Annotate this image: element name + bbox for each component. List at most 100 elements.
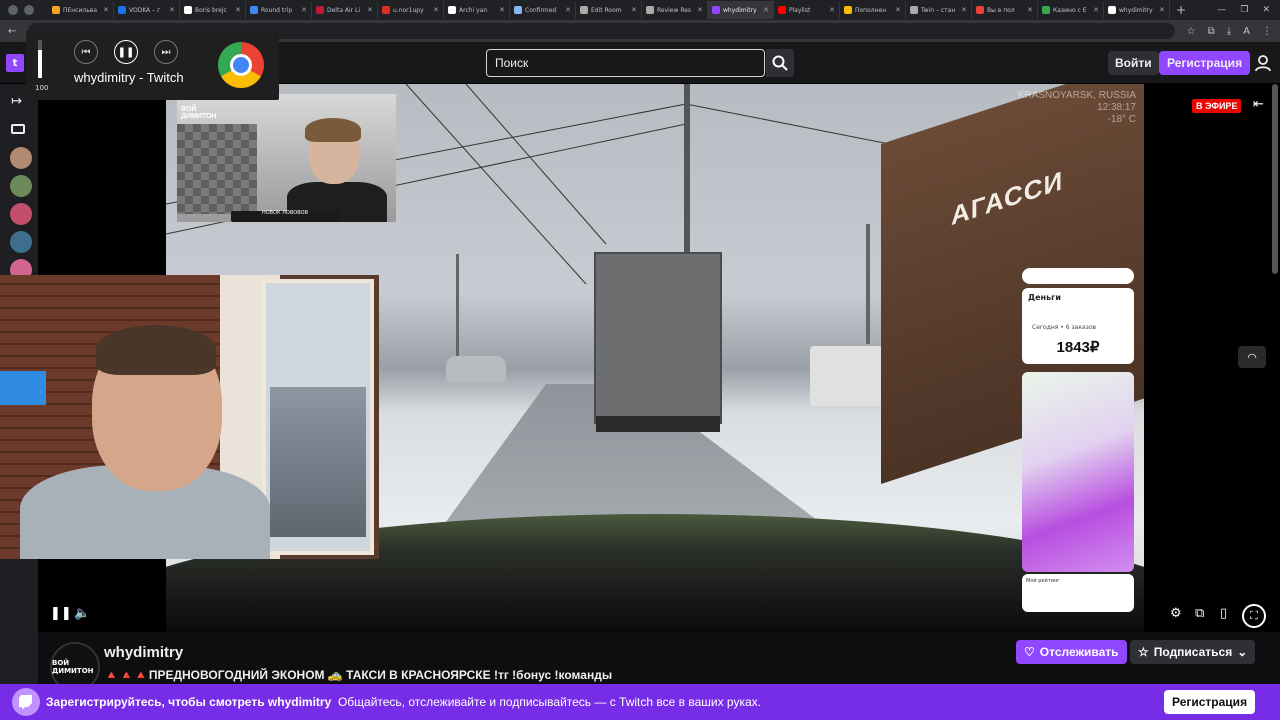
earnings-section: Деньги — [1028, 293, 1061, 302]
browser-tab-1[interactable]: VODKA – г ✕ — [114, 1, 180, 19]
browser-tab-7[interactable]: Confirmed ✕ — [510, 1, 576, 19]
tab-close-icon[interactable]: ✕ — [631, 6, 637, 14]
tab-favicon-icon — [52, 6, 60, 14]
tab-label: Archi yan — [459, 6, 488, 14]
location-overlay: KRASNOYARSK, RUSSIA 12:38:17 -18° C — [1018, 90, 1136, 126]
fullscreen-icon[interactable]: ⛶ — [1242, 604, 1266, 628]
tab-label: whydimitry — [723, 6, 757, 14]
tab-favicon-icon — [844, 6, 852, 14]
window-controls: — ❐ ✕ — [1217, 5, 1280, 15]
tab-close-icon[interactable]: ✕ — [1159, 6, 1165, 14]
new-tab-button[interactable]: + — [1176, 3, 1186, 17]
theatre-side-icon[interactable]: ◠ — [1238, 346, 1266, 368]
user-icon[interactable] — [1254, 54, 1272, 72]
download-icon[interactable]: ⤓ — [1227, 26, 1231, 37]
tab-close-icon[interactable]: ✕ — [697, 6, 703, 14]
tab-favicon-icon — [910, 6, 918, 14]
cast-icon[interactable]: ⧉ — [1195, 606, 1204, 621]
extensions-icon[interactable]: ⧉ — [1208, 26, 1215, 37]
tab-close-icon[interactable]: ✕ — [235, 6, 241, 14]
browser-tab-5[interactable]: u.nor1upy ✕ — [378, 1, 444, 19]
tab-close-icon[interactable]: ✕ — [433, 6, 439, 14]
page-scrollbar[interactable] — [1272, 84, 1278, 274]
browser-tab-13[interactable]: Twin – стан ✕ — [906, 1, 972, 19]
tab-search-controls[interactable] — [0, 5, 48, 15]
overlay-temp: -18° C — [1107, 114, 1136, 125]
tab-favicon-icon — [184, 6, 192, 14]
channel-avatar-3[interactable] — [10, 203, 32, 225]
followed-channels-icon[interactable] — [11, 124, 25, 134]
building-sign: АГАССИ — [951, 164, 1064, 232]
browser-tab-11[interactable]: Playlist ✕ — [774, 1, 840, 19]
bookmark-star-icon[interactable]: ☆ — [1187, 26, 1196, 37]
signup-button[interactable]: Регистрация — [1159, 51, 1251, 75]
volume-slider[interactable] — [38, 40, 42, 78]
tab-close-icon[interactable]: ✕ — [169, 6, 175, 14]
tab-close-icon[interactable]: ✕ — [829, 6, 835, 14]
tab-close-icon[interactable]: ✕ — [499, 6, 505, 14]
channel-name[interactable]: whydimitry — [104, 644, 183, 661]
menu-icon[interactable]: ⋮ — [1262, 26, 1272, 37]
tab-close-icon[interactable]: ✕ — [1027, 6, 1033, 14]
minimize-icon[interactable]: — — [1217, 5, 1226, 15]
restore-icon[interactable]: ❐ — [1240, 5, 1248, 15]
earnings-today: Сегодня • 6 заказов — [1032, 324, 1097, 331]
tab-close-icon[interactable]: ✕ — [103, 6, 109, 14]
theatre-mode-icon[interactable]: ▯ — [1220, 606, 1227, 621]
browser-tab-2[interactable]: Boris brejc ✕ — [180, 1, 246, 19]
tab-close-icon[interactable]: ✕ — [367, 6, 373, 14]
channel-avatar-4[interactable] — [10, 231, 32, 253]
tab-favicon-icon — [118, 6, 126, 14]
pause-button[interactable]: ❚❚ — [50, 606, 72, 621]
tab-close-icon[interactable]: ✕ — [565, 6, 571, 14]
tv — [0, 371, 46, 405]
tab-close-icon[interactable]: ✕ — [1093, 6, 1099, 14]
phone-overlay: Деньги Сегодня • 6 заказов 1843₽ Мой рей… — [1022, 268, 1134, 612]
browser-tab-9[interactable]: Review Res ✕ — [642, 1, 708, 19]
browser-tab-0[interactable]: ПЕнсильва ✕ — [48, 1, 114, 19]
profile-icon[interactable]: A — [1243, 26, 1250, 37]
next-track-icon[interactable]: ⏭ — [154, 40, 178, 64]
tab-label: Пополнен — [855, 6, 887, 14]
tab-label: Confirmed — [525, 6, 557, 14]
login-button[interactable]: Войти — [1108, 51, 1159, 75]
tab-close-icon[interactable]: ✕ — [301, 6, 307, 14]
subscribe-button[interactable]: ☆ Подписаться ⌄ — [1130, 640, 1256, 664]
follow-button[interactable]: ♡ Отслеживать — [1016, 640, 1127, 664]
stream-title: 🔺🔺🔺ПРЕДНОВОГОДНИЙ ЭКОНОМ 🚕 ТАКСИ В КРАСН… — [104, 668, 613, 682]
search-button[interactable] — [766, 49, 794, 77]
follow-label: Отслеживать — [1039, 645, 1119, 659]
facecam-logo: ВОЙ ДИМИТОН — [181, 106, 217, 120]
tab-close-icon[interactable]: ✕ — [961, 6, 967, 14]
tab-close-icon[interactable]: ✕ — [763, 6, 769, 14]
browser-tab-6[interactable]: Archi yan ✕ — [444, 1, 510, 19]
tab-favicon-icon — [316, 6, 324, 14]
expand-sidebar-icon[interactable]: ↦ — [11, 94, 22, 109]
mute-icon[interactable]: 🔈 — [74, 606, 90, 621]
tab-close-icon[interactable]: ✕ — [895, 6, 901, 14]
back-icon[interactable]: ← — [8, 26, 16, 37]
browser-tab-12[interactable]: Пополнен ✕ — [840, 1, 906, 19]
phone-header — [1022, 268, 1134, 284]
banner-signup-button[interactable]: Регистрация — [1164, 690, 1256, 714]
expand-chat-icon[interactable]: ⇤ — [1253, 97, 1264, 112]
heat-map — [1022, 372, 1134, 572]
browser-tab-8[interactable]: Edit Room ✕ — [576, 1, 642, 19]
browser-tab-15[interactable]: Казино с Е ✕ — [1038, 1, 1104, 19]
earnings-card: Деньги Сегодня • 6 заказов 1843₽ — [1022, 288, 1134, 364]
pause-icon[interactable]: ❚❚ — [114, 40, 138, 64]
browser-tab-4[interactable]: Delta Air Li ✕ — [312, 1, 378, 19]
close-window-icon[interactable]: ✕ — [1262, 5, 1270, 15]
earnings-amount: 1843₽ — [1056, 339, 1100, 356]
browser-tab-16[interactable]: whydimitry ✕ — [1104, 1, 1170, 19]
twitch-logo-icon[interactable]: t — [6, 54, 24, 72]
channel-avatar-1[interactable] — [10, 147, 32, 169]
channel-avatar-2[interactable] — [10, 175, 32, 197]
browser-tab-14[interactable]: Вы в пол ✕ — [972, 1, 1038, 19]
browser-tab-3[interactable]: Round trip ✕ — [246, 1, 312, 19]
previous-track-icon[interactable]: ⏮ — [74, 40, 98, 64]
browser-tab-10[interactable]: whydimitry ✕ — [708, 1, 774, 19]
search-input[interactable]: Поиск — [486, 49, 765, 77]
settings-gear-icon[interactable]: ⚙ — [1170, 606, 1182, 621]
overlay-time: 12:38:17 — [1097, 102, 1136, 113]
